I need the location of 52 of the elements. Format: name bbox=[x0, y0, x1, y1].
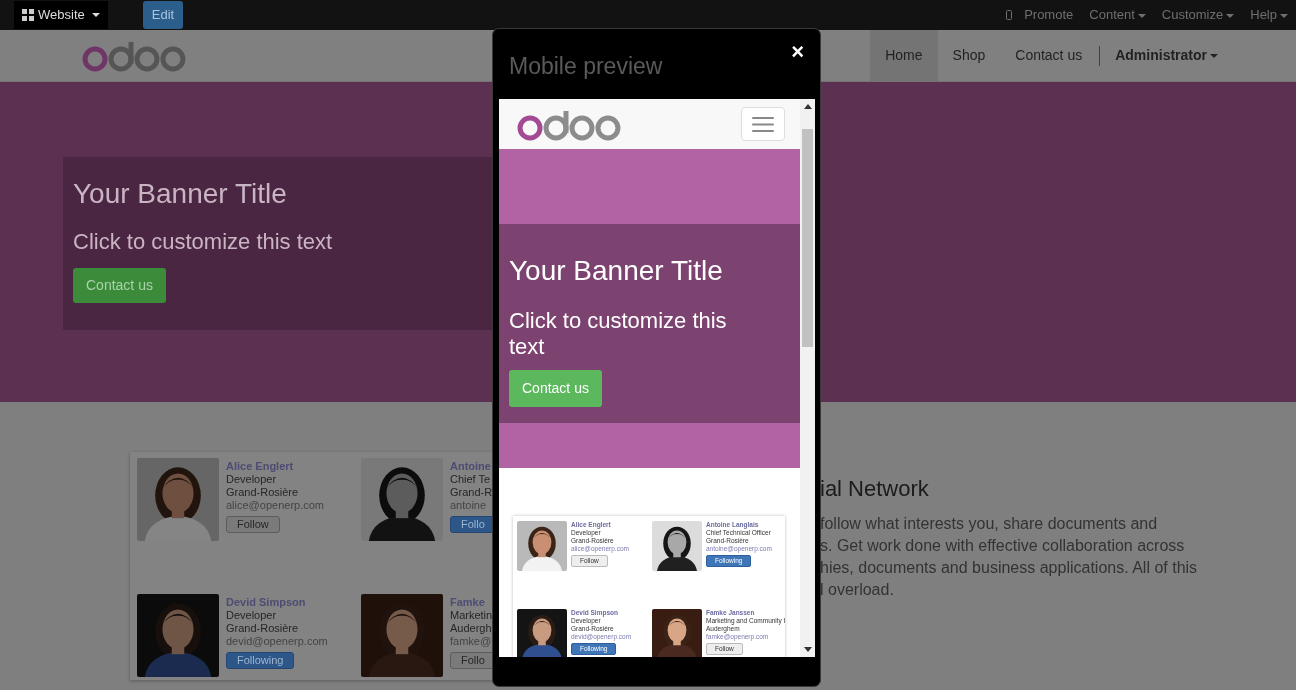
menu-icon bbox=[752, 116, 774, 132]
scroll-down-icon[interactable] bbox=[803, 647, 812, 652]
email-text: famke@ bbox=[450, 634, 492, 648]
menu-item[interactable]: Promote bbox=[1016, 5, 1082, 25]
job-title: Chief Te bbox=[450, 473, 491, 486]
modal-title: Mobile preview bbox=[509, 52, 663, 81]
follow-button[interactable]: Following bbox=[226, 651, 295, 669]
location-text: Grand-Rosière bbox=[226, 486, 299, 499]
banner-text: Click to customize this text bbox=[509, 307, 728, 360]
location-text: Grand-R bbox=[450, 486, 492, 499]
section-heading: ial Network bbox=[820, 475, 930, 503]
scrollbar[interactable] bbox=[800, 99, 815, 657]
menu-item[interactable]: Help bbox=[1242, 5, 1296, 25]
body-text: s. Get work done with effective collaboration across bbox=[820, 536, 1186, 556]
grid-icon bbox=[22, 9, 34, 21]
job-title: Developer bbox=[226, 608, 277, 622]
body-text: follow what interests you, share documents and bbox=[820, 514, 1159, 534]
body-text: hies, documents and business applications. All of this bbox=[820, 558, 1198, 578]
job-title: Marketin bbox=[450, 608, 492, 622]
follow-button[interactable]: Follo bbox=[450, 651, 492, 669]
nav-tab[interactable]: Home bbox=[870, 30, 938, 81]
nav-tab[interactable]: Contact us bbox=[1000, 30, 1098, 81]
scrollbar-thumb[interactable] bbox=[802, 129, 813, 347]
contact-button[interactable]: Contact us bbox=[73, 267, 166, 303]
location-text: Audergh bbox=[450, 621, 492, 635]
caret-icon bbox=[1137, 13, 1146, 18]
caret-icon bbox=[1280, 13, 1288, 18]
location-text: Grand-Rosière bbox=[226, 621, 299, 635]
job-title: Developer bbox=[226, 473, 277, 486]
banner-title: Your Banner Title bbox=[73, 177, 288, 211]
body-text: l overload. bbox=[820, 580, 895, 600]
menu-button[interactable] bbox=[741, 107, 785, 141]
menu-item[interactable]: Content bbox=[1081, 5, 1154, 25]
caret-icon bbox=[91, 13, 100, 17]
banner-title: Your Banner Title bbox=[509, 254, 724, 288]
contact-button[interactable]: Contact us bbox=[509, 369, 602, 407]
caret-icon bbox=[1210, 54, 1218, 59]
scroll-up-icon[interactable] bbox=[803, 104, 812, 109]
email-text: devid@openerp.com bbox=[226, 634, 328, 648]
edit-button[interactable]: Edit bbox=[142, 1, 184, 29]
website-menu-button[interactable]: Website bbox=[14, 1, 108, 29]
follow-button[interactable]: Follow bbox=[226, 516, 280, 533]
follow-button[interactable]: Follo bbox=[450, 516, 492, 533]
phone-icon[interactable] bbox=[1006, 10, 1013, 20]
banner-text: Click to customize this text bbox=[73, 227, 334, 256]
nav-tab[interactable]: Shop bbox=[937, 30, 1001, 81]
close-button[interactable]: × bbox=[791, 41, 804, 63]
menu-item[interactable]: Customize bbox=[1153, 5, 1243, 25]
email-text: antoine bbox=[450, 499, 487, 512]
caret-icon bbox=[1226, 13, 1235, 18]
user-menu[interactable]: Administrator bbox=[1100, 30, 1233, 81]
email-text: alice@openerp.com bbox=[226, 499, 324, 512]
